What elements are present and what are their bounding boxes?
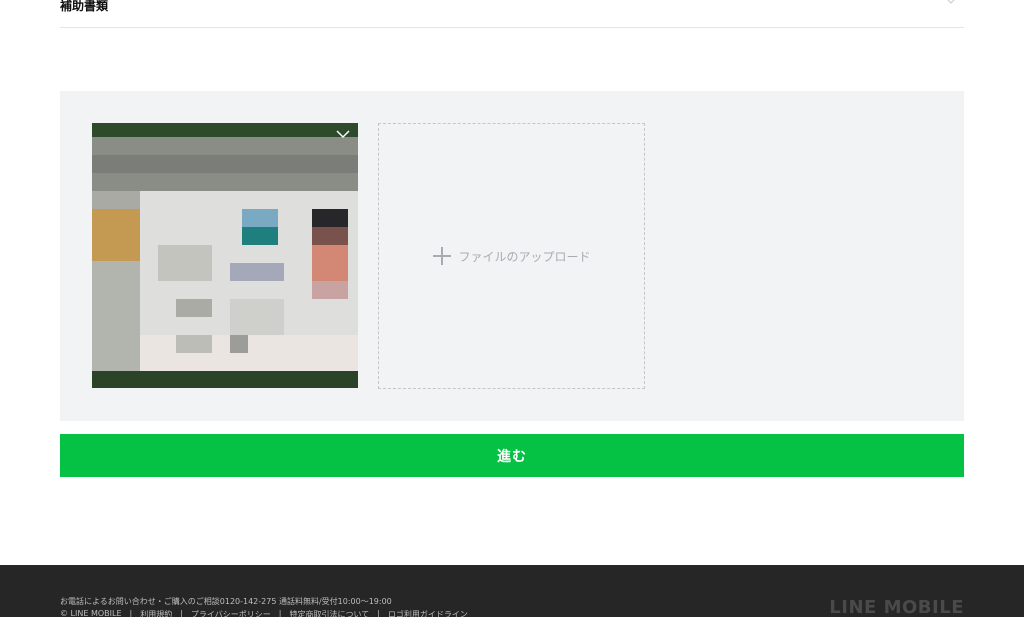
footer-links: © LINE MOBILE | 利用規約 | プライバシーポリシー | 特定商取… <box>60 609 468 617</box>
footer-separator: | <box>180 609 183 617</box>
footer-link-privacy[interactable]: プライバシーポリシー <box>191 609 271 617</box>
file-upload-button[interactable]: ファイルのアップロード <box>379 124 644 388</box>
plus-icon <box>433 247 452 265</box>
footer-contact-text: お電話によるお問い合わせ・ご購入のご相談0120-142-275 通話料無料/受… <box>60 597 392 606</box>
footer-link-terms[interactable]: 利用規約 <box>140 609 172 617</box>
footer-separator: | <box>278 609 282 617</box>
footer-copyright: © LINE MOBILE <box>60 609 122 617</box>
footer-separator: | <box>377 609 380 617</box>
footer-link-commerce-law[interactable]: 特定商取引法について <box>289 609 369 617</box>
upload-area: ファイルのアップロード <box>60 91 964 421</box>
section-header[interactable]: 補助書類 <box>60 0 964 28</box>
file-upload-dropzone[interactable]: ファイルのアップロード <box>378 123 645 389</box>
uploaded-document-image <box>92 123 358 388</box>
file-upload-label: ファイルのアップロード <box>458 249 591 264</box>
chevron-down-icon[interactable] <box>946 0 956 6</box>
footer-separator: | <box>129 609 133 617</box>
section-title: 補助書類 <box>60 0 109 13</box>
footer: お電話によるお問い合わせ・ご購入のご相談0120-142-275 通話料無料/受… <box>0 565 1024 617</box>
chevron-down-icon[interactable] <box>336 129 350 139</box>
line-mobile-logo[interactable]: LINE MOBILE <box>829 597 964 617</box>
uploaded-image-thumbnail[interactable] <box>92 123 358 388</box>
footer-link-logo-guideline[interactable]: ロゴ利用ガイドライン <box>388 609 468 617</box>
proceed-button[interactable]: 進む <box>60 434 964 477</box>
